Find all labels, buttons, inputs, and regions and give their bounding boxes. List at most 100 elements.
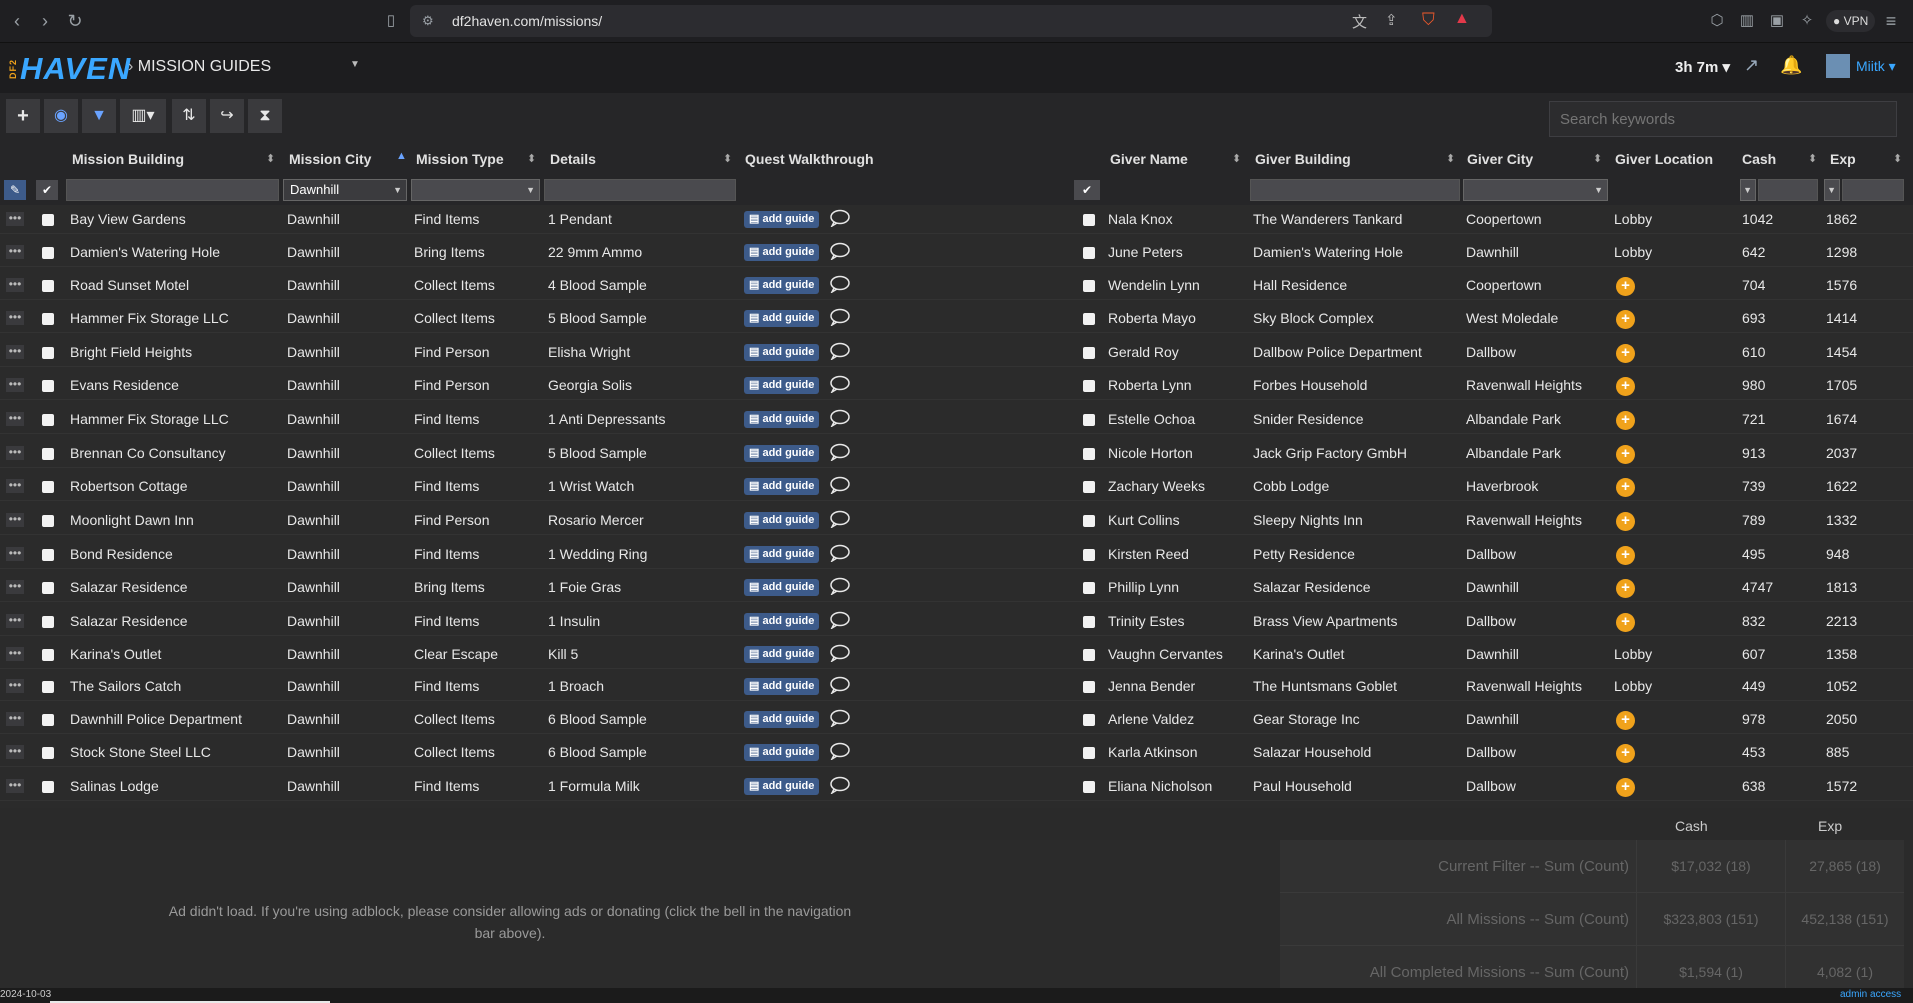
add-guide-button[interactable]: ▤ add guide (744, 546, 820, 563)
add-guide-button[interactable]: ▤ add guide (744, 377, 820, 394)
table-row[interactable]: ••• Brennan Co Consultancy Dawnhill Collect… (0, 440, 1913, 468)
add-location-icon[interactable]: + (1616, 546, 1635, 565)
row-checkbox[interactable] (42, 481, 54, 493)
comment-icon[interactable] (830, 308, 850, 328)
row-checkbox[interactable] (42, 380, 54, 392)
table-row[interactable]: ••• Stock Stone Steel LLC Dawnhill Collect … (0, 739, 1913, 767)
add-location-icon[interactable]: + (1616, 411, 1635, 430)
add-guide-button[interactable]: ▤ add guide (744, 778, 820, 795)
giver-checkbox[interactable] (1083, 280, 1095, 292)
table-row[interactable]: ••• Evans Residence Dawnhill Find Person Geo… (0, 372, 1913, 400)
mission-city-filter[interactable]: Dawnhill ▼ (283, 179, 407, 201)
comment-icon[interactable] (830, 709, 850, 729)
row-checkbox[interactable] (42, 280, 54, 292)
col-cash[interactable]: Cash (1742, 143, 1776, 175)
row-checkbox[interactable] (42, 247, 54, 259)
table-row[interactable]: ••• Hammer Fix Storage LLC Dawnhill Collect… (0, 305, 1913, 333)
cash-filter[interactable] (1758, 179, 1818, 201)
row-checkbox[interactable] (42, 549, 54, 561)
row-checkbox[interactable] (42, 747, 54, 759)
col-mission-city[interactable]: Mission City (289, 143, 371, 175)
row-menu-icon[interactable]: ••• (6, 412, 24, 426)
address-bar[interactable]: ⚙ df2haven.com/missions/ 文 ⇪ ⛉ ▲ (410, 5, 1492, 37)
row-checkbox[interactable] (42, 582, 54, 594)
giver-check-icon[interactable]: ✔ (1074, 180, 1100, 200)
row-checkbox[interactable] (42, 313, 54, 325)
sort-icon[interactable]: ⬍ (527, 143, 536, 175)
comment-icon[interactable] (830, 611, 850, 631)
comment-icon[interactable] (830, 676, 850, 696)
filter-icon[interactable]: ▼ (82, 99, 116, 133)
add-guide-button[interactable]: ▤ add guide (744, 211, 820, 228)
add-location-icon[interactable]: + (1616, 478, 1635, 497)
add-guide-button[interactable]: ▤ add guide (744, 579, 820, 596)
add-location-icon[interactable]: + (1616, 310, 1635, 329)
col-giver-location[interactable]: Giver Location (1615, 143, 1713, 175)
col-mission-type[interactable]: Mission Type (416, 143, 504, 175)
table-row[interactable]: ••• Salazar Residence Dawnhill Find Items 1 … (0, 608, 1913, 636)
comment-icon[interactable] (830, 544, 850, 564)
giver-checkbox[interactable] (1083, 313, 1095, 325)
row-checkbox[interactable] (42, 214, 54, 226)
add-icon[interactable]: + (6, 99, 40, 133)
add-location-icon[interactable]: + (1616, 613, 1635, 632)
mission-building-filter[interactable] (66, 179, 279, 201)
vpn-button[interactable]: ● VPN (1826, 10, 1876, 32)
row-menu-icon[interactable]: ••• (6, 446, 24, 460)
table-row[interactable]: ••• Dawnhill Police Department Dawnhill Col… (0, 706, 1913, 734)
comment-icon[interactable] (830, 409, 850, 429)
row-menu-icon[interactable]: ••• (6, 745, 24, 759)
giver-checkbox[interactable] (1083, 414, 1095, 426)
giver-checkbox[interactable] (1083, 649, 1095, 661)
cash-operator-select[interactable]: ▼ (1740, 179, 1756, 201)
haven-logo[interactable]: DF2HAVEN (8, 51, 131, 87)
row-checkbox[interactable] (42, 781, 54, 793)
breadcrumb[interactable]: › MISSION GUIDES (128, 58, 271, 76)
row-checkbox[interactable] (42, 681, 54, 693)
row-menu-icon[interactable]: ••• (6, 345, 24, 359)
row-checkbox[interactable] (42, 616, 54, 628)
row-checkbox[interactable] (42, 448, 54, 460)
col-mission-building[interactable]: Mission Building (72, 143, 184, 175)
bookmark-icon[interactable]: ▯ (380, 10, 402, 32)
row-menu-icon[interactable]: ••• (6, 378, 24, 392)
user-menu[interactable]: Miitk ▾ (1856, 58, 1896, 75)
row-menu-icon[interactable]: ••• (6, 513, 24, 527)
table-row[interactable]: ••• Moonlight Dawn Inn Dawnhill Find Person… (0, 507, 1913, 535)
search-input[interactable] (1549, 101, 1897, 137)
add-guide-button[interactable]: ▤ add guide (744, 277, 820, 294)
add-location-icon[interactable]: + (1616, 512, 1635, 531)
sort-icon[interactable]: ⬍ (1893, 143, 1902, 175)
sort-icon[interactable]: ⬍ (1446, 143, 1455, 175)
add-location-icon[interactable]: + (1616, 778, 1635, 797)
rewards-icon[interactable]: ▲ (1454, 10, 1470, 28)
comment-icon[interactable] (830, 577, 850, 597)
hourglass-icon[interactable]: ⧗ (248, 99, 282, 133)
add-guide-button[interactable]: ▤ add guide (744, 244, 820, 261)
site-settings-icon[interactable]: ⚙ (422, 13, 434, 29)
bell-icon[interactable]: 🔔 (1780, 55, 1802, 76)
add-guide-button[interactable]: ▤ add guide (744, 310, 820, 327)
row-menu-icon[interactable]: ••• (6, 311, 24, 325)
col-quest-walkthrough[interactable]: Quest Walkthrough (745, 143, 874, 175)
details-filter[interactable] (544, 179, 736, 201)
mission-type-filter[interactable]: ▼ (411, 179, 540, 201)
back-icon[interactable]: ‹ (6, 10, 28, 32)
comment-icon[interactable] (830, 242, 850, 262)
add-guide-button[interactable]: ▤ add guide (744, 646, 820, 663)
comment-icon[interactable] (830, 510, 850, 530)
add-location-icon[interactable]: + (1616, 711, 1635, 730)
sidebar-icon[interactable]: ▥ (1736, 10, 1758, 32)
giver-checkbox[interactable] (1083, 247, 1095, 259)
row-menu-icon[interactable]: ••• (6, 479, 24, 493)
giver-checkbox[interactable] (1083, 549, 1095, 561)
table-row[interactable]: ••• Bay View Gardens Dawnhill Find Items 1 P… (0, 206, 1913, 234)
row-checkbox[interactable] (42, 649, 54, 661)
row-checkbox[interactable] (42, 414, 54, 426)
giver-checkbox[interactable] (1083, 214, 1095, 226)
row-menu-icon[interactable]: ••• (6, 712, 24, 726)
row-menu-icon[interactable]: ••• (6, 580, 24, 594)
admin-link[interactable]: admin access (1840, 989, 1901, 1000)
giver-city-filter[interactable]: ▼ (1463, 179, 1608, 201)
row-menu-icon[interactable]: ••• (6, 614, 24, 628)
